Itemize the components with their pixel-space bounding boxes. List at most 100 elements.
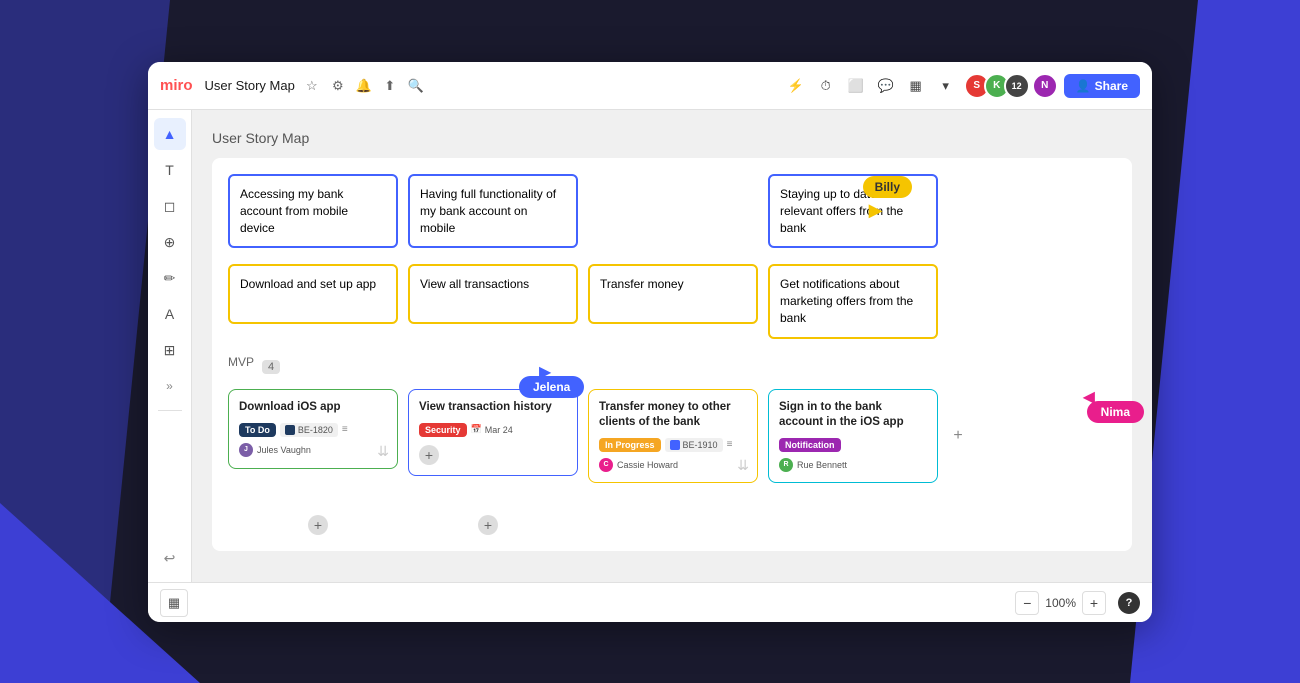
- stories-row: Accessing my bank account from mobile de…: [228, 174, 1116, 248]
- task-card-view-history: View transaction history Security 📅 Mar …: [408, 389, 578, 476]
- flag-icon: ⇊: [737, 457, 749, 474]
- story-card-full-functionality: Having full functionality of my bank acc…: [408, 174, 578, 248]
- text-tool[interactable]: T: [154, 154, 186, 186]
- jelena-label: Jelena: [519, 376, 584, 398]
- task-card-title: Transfer money to other clients of the b…: [599, 400, 747, 430]
- task-download-app: Download and set up app: [228, 264, 398, 324]
- app-window: miro User Story Map ☆ ⚙ 🔔 ⬆ 🔍 ⚡ ⏱ ⬜ 💬 ▦ …: [148, 62, 1152, 622]
- zoom-controls: − 100% + ?: [1015, 591, 1140, 615]
- avatar-group: S K 12 N: [964, 73, 1058, 99]
- share-button[interactable]: 👤 Share: [1064, 74, 1140, 98]
- settings-icon[interactable]: ⚙: [329, 77, 347, 95]
- todo-badge: To Do: [239, 423, 276, 437]
- board-view-button[interactable]: ▦: [160, 589, 188, 617]
- bottom-bar: ▦ − 100% + ?: [148, 582, 1152, 622]
- security-badge: Security: [419, 423, 467, 437]
- task-card-title: Download iOS app: [239, 400, 387, 415]
- task-notifications: Get notifications about marketing offers…: [768, 264, 938, 338]
- chevron-down-icon[interactable]: ▾: [934, 74, 958, 98]
- story-card-offers: Staying up to date with relevant offers …: [768, 174, 938, 248]
- grid-icon[interactable]: ▦: [904, 74, 928, 98]
- help-button[interactable]: ?: [1118, 592, 1140, 614]
- task-card-title: Sign in to the bank account in the iOS a…: [779, 400, 927, 430]
- undo-icon[interactable]: ↩: [154, 542, 186, 574]
- task-assignee: R Rue Bennett: [779, 458, 927, 472]
- flag-icon: ⇊: [377, 443, 389, 460]
- notification-badge: Notification: [779, 438, 841, 452]
- frame-tool[interactable]: ⊞: [154, 334, 186, 366]
- add-column-button[interactable]: +: [948, 426, 968, 446]
- sidebar: ▲ T ◻ ⊕ ✏ A ⊞ » ↩: [148, 110, 192, 582]
- shape-tool[interactable]: ⊕: [154, 226, 186, 258]
- task-card-transfer: Transfer money to other clients of the b…: [588, 389, 758, 483]
- task-card-title: View transaction history: [419, 400, 567, 415]
- add-task-button[interactable]: +: [419, 445, 439, 465]
- avatar-count: 12: [1004, 73, 1030, 99]
- expand-icon[interactable]: ≡: [342, 424, 348, 435]
- toolbar-right: ⚡ ⏱ ⬜ 💬 ▦ ▾ S K 12 N 👤 Share: [784, 73, 1140, 99]
- assignee-avatar: R: [779, 458, 793, 472]
- task-badges: Security 📅 Mar 24: [419, 423, 567, 437]
- cursor-tool[interactable]: ▲: [154, 118, 186, 150]
- ticket-icon: [670, 440, 680, 450]
- tasks-row: Download and set up app View all transac…: [228, 264, 1116, 338]
- task-badges: In Progress BE-1910 ≡: [599, 438, 747, 452]
- add-card-button-3[interactable]: +: [478, 515, 498, 535]
- toolbar: miro User Story Map ☆ ⚙ 🔔 ⬆ 🔍 ⚡ ⏱ ⬜ 💬 ▦ …: [148, 62, 1152, 110]
- share-icon: 👤: [1076, 79, 1091, 93]
- ticket-icon: [285, 425, 295, 435]
- star-icon[interactable]: ☆: [303, 77, 321, 95]
- task-assignee: C Cassie Howard: [599, 458, 747, 472]
- sticky-tool[interactable]: ◻: [154, 190, 186, 222]
- board: Billy ▶ Accessing my bank account from m…: [212, 158, 1132, 551]
- story-card-mobile-access: Accessing my bank account from mobile de…: [228, 174, 398, 248]
- avatar: N: [1032, 73, 1058, 99]
- jelena-cursor: ▶ Jelena: [519, 376, 584, 398]
- zoom-in-button[interactable]: +: [1082, 591, 1106, 615]
- bottom-add-row: + +: [228, 511, 1116, 535]
- task-transfer-money: Transfer money: [588, 264, 758, 324]
- assignee-avatar: C: [599, 458, 613, 472]
- mvp-label: MVP: [228, 355, 254, 369]
- nima-arrow-icon: ◀: [1083, 387, 1095, 407]
- canvas-title: User Story Map: [212, 130, 1132, 146]
- zoom-out-button[interactable]: −: [1015, 591, 1039, 615]
- notifications-icon[interactable]: 🔔: [355, 77, 373, 95]
- task-assignee: J Jules Vaughn: [239, 443, 387, 457]
- miro-logo: miro: [160, 77, 193, 94]
- jelena-arrow-icon: ▶: [539, 362, 551, 382]
- sidebar-divider: [158, 410, 182, 411]
- frame-icon[interactable]: ⬜: [844, 74, 868, 98]
- date-ref: 📅 Mar 24: [471, 424, 513, 435]
- canvas[interactable]: User Story Map Billy ▶ Accessing my bank…: [192, 110, 1152, 582]
- task-badges: To Do BE-1820 ≡: [239, 423, 387, 437]
- expand-icon[interactable]: ≡: [727, 439, 733, 450]
- font-tool[interactable]: A: [154, 298, 186, 330]
- task-view-transactions: View all transactions: [408, 264, 578, 324]
- in-progress-badge: In Progress: [599, 438, 661, 452]
- add-card-button-1[interactable]: +: [308, 515, 328, 535]
- timer-icon[interactable]: ⏱: [814, 74, 838, 98]
- nima-cursor: ◀ Nima: [1087, 401, 1144, 423]
- content-area: ▲ T ◻ ⊕ ✏ A ⊞ » ↩ User Story Map Billy ▶: [148, 110, 1152, 582]
- nima-label: Nima: [1087, 401, 1144, 423]
- search-icon[interactable]: 🔍: [407, 77, 425, 95]
- billy-arrow-icon: ▶: [869, 200, 912, 221]
- ticket-ref: BE-1820: [280, 423, 338, 437]
- calendar-icon: 📅: [471, 424, 482, 435]
- comment-icon[interactable]: 💬: [874, 74, 898, 98]
- task-badges: Notification: [779, 438, 927, 452]
- mvp-count-badge: 4: [262, 360, 280, 374]
- billy-cursor: Billy ▶: [863, 176, 912, 221]
- more-tools[interactable]: »: [154, 370, 186, 402]
- mvp-row: MVP 4: [228, 355, 1116, 379]
- task-card-signin: Sign in to the bank account in the iOS a…: [768, 389, 938, 483]
- task-cards-row: Download iOS app To Do BE-1820 ≡ J Jules…: [228, 389, 1116, 483]
- upload-icon[interactable]: ⬆: [381, 77, 399, 95]
- assignee-avatar: J: [239, 443, 253, 457]
- pen-tool[interactable]: ✏: [154, 262, 186, 294]
- document-title: User Story Map: [205, 78, 295, 93]
- bg-decoration-right: [1130, 0, 1300, 683]
- lightning-icon[interactable]: ⚡: [784, 74, 808, 98]
- ticket-ref: BE-1910: [665, 438, 723, 452]
